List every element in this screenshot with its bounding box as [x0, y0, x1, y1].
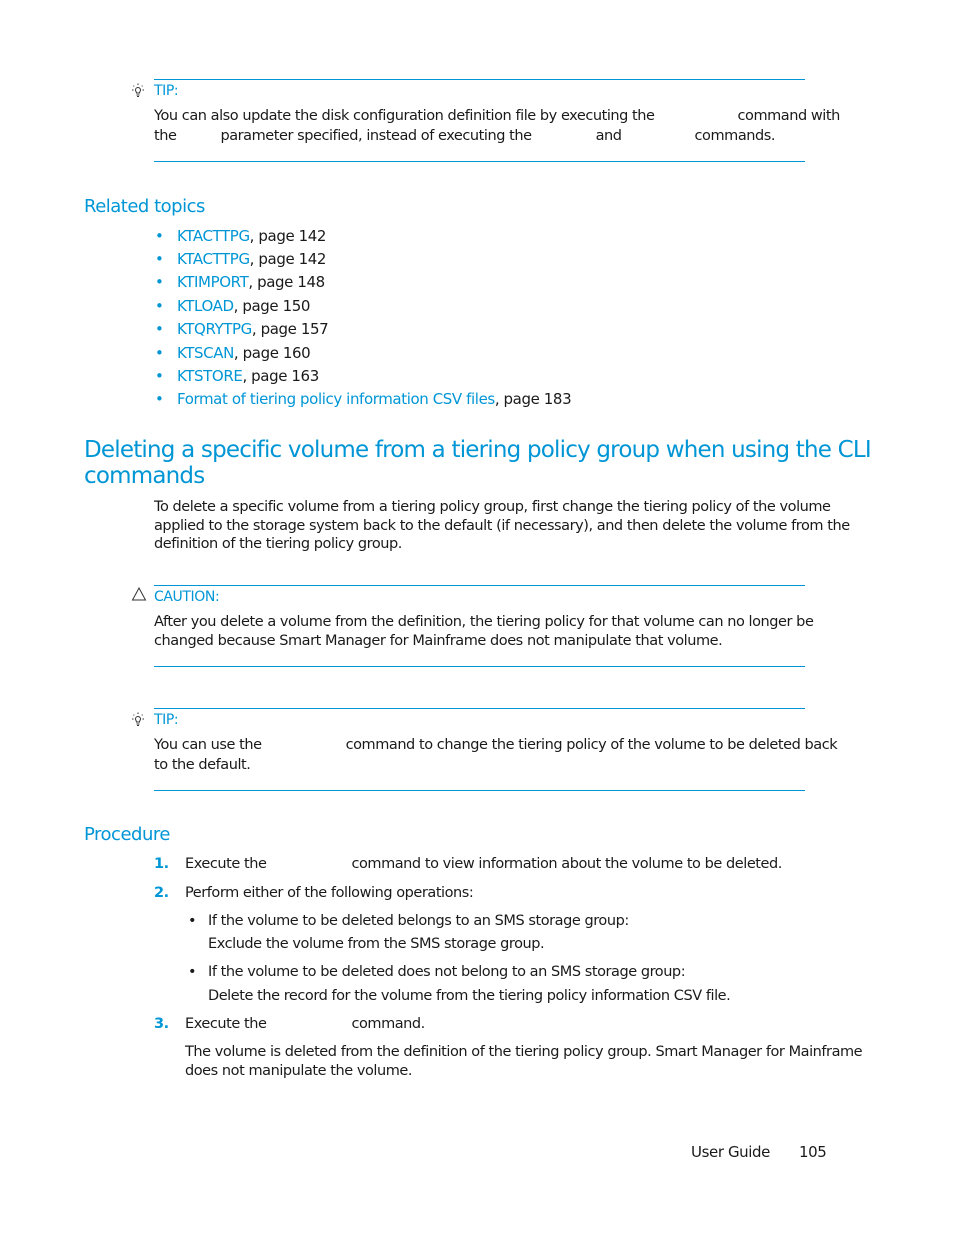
step-text-part: Execute the — [185, 1016, 267, 1032]
step-number: 3. — [154, 1016, 169, 1032]
step-number: 2. — [154, 885, 169, 901]
related-topic-link[interactable]: KTLOAD — [177, 297, 234, 315]
section-title-line1: Deleting a specific volume from a tierin… — [84, 437, 872, 463]
step-text: Perform either of the following operatio… — [185, 885, 474, 901]
bullet-icon: • — [155, 367, 164, 385]
tip-top-rule — [154, 708, 805, 709]
tip-bottom-rule — [154, 161, 805, 162]
procedure-heading: Procedure — [84, 824, 170, 845]
tip-text: and — [595, 128, 622, 144]
procedure-step: 1. Execute the command to view informatio… — [0, 855, 954, 875]
intro-line3: definition of the tiering policy group. — [154, 536, 402, 552]
bullet-icon: • — [155, 250, 164, 268]
related-topics-heading: Related topics — [84, 196, 205, 217]
page-ref: , page 150 — [233, 297, 311, 315]
related-topic-link[interactable]: Format of tiering policy information CSV… — [177, 390, 495, 408]
caution-text-line1: After you delete a volume from the defin… — [154, 614, 814, 630]
related-topic-link[interactable]: KTQRYTPG — [177, 320, 252, 338]
tip-label: TIP: — [154, 712, 179, 728]
tip-text-line2: the parameter specified, instead of execu… — [154, 127, 775, 146]
bullet-icon: • — [188, 913, 197, 929]
tip-text-line1: You can also update the disk configurati… — [154, 107, 840, 126]
footer-guide-title: User Guide — [691, 1143, 771, 1161]
bullet-icon: • — [155, 390, 164, 408]
step-text-part: command. — [351, 1016, 425, 1032]
tip-bottom-rule — [154, 790, 805, 791]
page-ref: , page 183 — [494, 390, 572, 408]
option-action: Delete the record for the volume from th… — [208, 988, 731, 1004]
page-ref: , page 163 — [242, 367, 319, 385]
intro-line2: applied to the storage system back to th… — [154, 518, 850, 534]
tip-text-line1: You can use the command to change the tie… — [154, 736, 838, 755]
procedure-option: • If the volume to be deleted belongs to… — [0, 912, 954, 956]
related-topic-link[interactable]: KTSTORE — [177, 367, 243, 385]
bullet-icon: • — [188, 964, 197, 980]
related-topic-link[interactable]: KTSCAN — [177, 344, 234, 362]
tip-text: command to change the tiering policy of … — [345, 737, 838, 753]
tip-text: You can use the — [154, 737, 262, 753]
warning-triangle-icon — [131, 586, 147, 606]
procedure-option: • If the volume to be deleted does not b… — [0, 963, 954, 1007]
option-condition: If the volume to be deleted belongs to a… — [208, 913, 629, 929]
step-text-part: command to view information about the vo… — [351, 856, 782, 872]
option-condition: If the volume to be deleted does not bel… — [208, 964, 686, 980]
lightbulb-icon — [130, 712, 146, 732]
step-text-part: Execute the — [185, 856, 267, 872]
lightbulb-icon — [130, 83, 146, 103]
step-text: Execute the command. — [185, 1015, 425, 1034]
tip-top-rule — [154, 79, 805, 80]
caution-label: CAUTION: — [154, 589, 220, 605]
related-topic-link[interactable]: KTACTTPG — [177, 227, 250, 245]
caution-text-line2: changed because Smart Manager for Mainfr… — [154, 633, 723, 649]
tip-text: command with — [737, 108, 841, 124]
step-number: 1. — [154, 856, 169, 872]
page-ref: , page 157 — [251, 320, 329, 338]
related-topic-link[interactable]: KTACTTPG — [177, 250, 250, 268]
step-text: Execute the command to view information a… — [185, 855, 782, 874]
bullet-icon: • — [155, 227, 164, 245]
option-action: Exclude the volume from the SMS storage … — [208, 936, 545, 952]
tip-label: TIP: — [154, 83, 179, 99]
step-result-line1: The volume is deleted from the definitio… — [185, 1044, 863, 1060]
bullet-icon: • — [155, 320, 164, 338]
page-ref: , page 160 — [233, 344, 311, 362]
caution-top-rule — [154, 585, 805, 586]
procedure-step: 2. Perform either of the following opera… — [0, 884, 954, 904]
bullet-icon: • — [155, 344, 164, 362]
tip-text: commands. — [694, 128, 776, 144]
section-title-line2: commands — [84, 463, 205, 489]
caution-bottom-rule — [154, 666, 805, 667]
intro-line1: To delete a specific volume from a tieri… — [154, 499, 831, 515]
tip-text: the — [154, 128, 177, 144]
page-number: 105 — [799, 1143, 827, 1161]
tip-text-line2: to the default. — [154, 757, 251, 773]
page-ref: , page 148 — [248, 273, 325, 291]
page-ref: , page 142 — [249, 250, 327, 268]
related-topic-link[interactable]: KTIMPORT — [177, 273, 249, 291]
page-ref: , page 142 — [249, 227, 327, 245]
bullet-icon: • — [155, 273, 164, 291]
tip-text: parameter specified, instead of executin… — [220, 128, 532, 144]
procedure-step: 3. Execute the command. — [0, 1015, 954, 1035]
step-result-line2: does not manipulate the volume. — [185, 1063, 413, 1079]
tip-text: You can also update the disk configurati… — [154, 108, 655, 124]
bullet-icon: • — [155, 297, 164, 315]
